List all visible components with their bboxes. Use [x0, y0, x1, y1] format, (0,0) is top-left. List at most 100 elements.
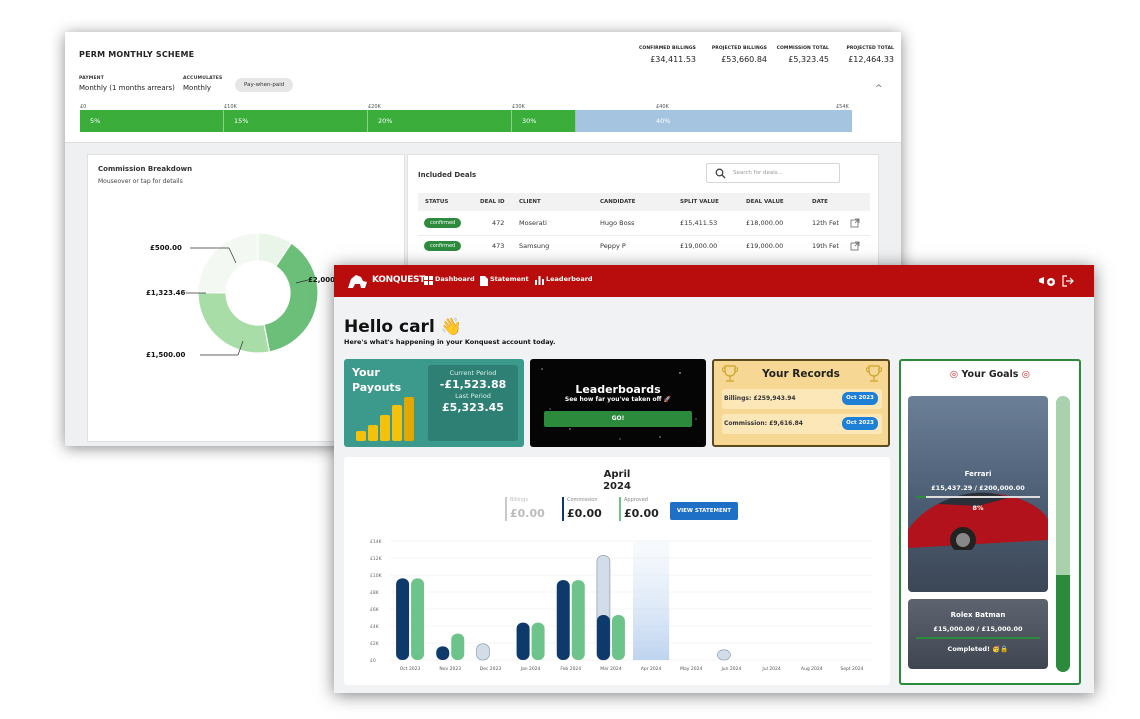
x-tick-label: Nov 2023 [439, 666, 461, 672]
monthly-bar-chart[interactable]: £0 £2K £4K £6K £8K £10K £12K £14K Oct 2023 Nov 20… [344, 457, 890, 685]
x-tick-label: Aug 2024 [801, 666, 823, 672]
total-value: £12,464.33 [848, 55, 894, 64]
column-header[interactable]: DEAL ID [480, 199, 505, 205]
dashboard-icon [424, 276, 433, 285]
deal-candidate: Hugo Boss [600, 219, 635, 227]
x-tick-label: Sept 2024 [840, 666, 863, 672]
goal-progress-fill [916, 496, 926, 498]
deals-title: Included Deals [418, 171, 477, 179]
goals-title-text: Your Goals [961, 369, 1019, 380]
column-header[interactable]: DEAL VALUE [746, 199, 784, 205]
deal-client: Samsung [519, 242, 550, 250]
nav-dashboard[interactable]: Dashboard [435, 275, 475, 283]
greeting-title: Hello carl 👋 [344, 317, 462, 337]
deal-date: 19th Fet [812, 242, 839, 250]
table-row[interactable]: confirmed 472 Moserati Hugo Boss £15,411… [418, 213, 870, 235]
column-header[interactable]: DATE [812, 199, 828, 205]
x-tick-label: Mar 2024 [600, 666, 622, 672]
y-tick-label: £14K [370, 539, 383, 545]
y-tick-label: £10K [370, 573, 383, 579]
deal-date: 12th Fet [812, 219, 839, 227]
notifications-icon[interactable] [1038, 275, 1056, 287]
bar-approved [411, 578, 425, 660]
leaderboards-title: Leaderboards [575, 383, 661, 396]
goals-title: ◎ Your Goals ◎ [901, 369, 1079, 380]
goal-card-rolex[interactable]: Rolex Batman £15,000.00 / £15,000.00 Com… [908, 599, 1048, 669]
accumulates-label: ACCUMULATES [183, 76, 223, 81]
deal-split-value: £15,411.53 [680, 219, 718, 227]
pay-when-paid-badge: Pay-when-paid [235, 78, 294, 92]
deal-value: £18,000.00 [746, 219, 784, 227]
last-period-value: £5,323.45 [442, 401, 504, 414]
total-label: PROJECTED TOTAL [846, 46, 894, 51]
x-tick-label: Feb 2024 [560, 666, 581, 672]
chevron-up-icon[interactable]: ^ [875, 84, 883, 94]
records-card: Your Records Billings: £259,943.94 Oct 2… [712, 359, 890, 447]
starfield-background [541, 368, 697, 440]
bar-approved [571, 580, 585, 660]
goal-amount: £15,000.00 / £15,000.00 [933, 625, 1023, 633]
deals-search[interactable]: Search for deals... [706, 163, 840, 183]
y-tick-label: £12K [370, 556, 383, 562]
external-link-icon[interactable] [850, 218, 860, 228]
greeting-subtitle: Here's what's happening in your Konquest… [344, 338, 556, 346]
scheme-title: PERM MONTHLY SCHEME [79, 50, 195, 59]
overall-goal-progress [1056, 396, 1070, 672]
record-commission-value: £9,616.84 [769, 420, 803, 427]
highlight-band [633, 541, 670, 660]
app-logo[interactable]: KONQUEST [372, 275, 425, 285]
document-icon [480, 276, 488, 286]
tier-band: 5% [80, 110, 224, 132]
status-badge: confirmed [424, 218, 462, 228]
payouts-card[interactable]: Your Payouts Current Period -£1,523.88 L… [344, 359, 524, 447]
bar-approved [611, 614, 625, 660]
nav-statement[interactable]: Statement [490, 275, 529, 283]
bar-approved [451, 633, 465, 660]
tier-band: 20% [368, 110, 512, 132]
statement-chart-card: April 2024 Billings £0.00 Commission £0.… [344, 457, 890, 685]
payouts-title: Your [352, 366, 380, 379]
slice-label: £1,500.00 [146, 351, 186, 359]
bar-billings [717, 649, 731, 661]
table-row[interactable]: confirmed 473 Samsung Peppy P £19,000.00… [418, 235, 870, 257]
column-header[interactable]: SPLIT VALUE [680, 199, 719, 205]
x-tick-label: Jan 2024 [520, 666, 541, 672]
goal-progress-fill [916, 637, 1040, 639]
tier-band: 30% [512, 110, 576, 132]
goal-name: Ferrari [964, 470, 992, 478]
bar-billings [476, 643, 490, 661]
donut-slice [197, 291, 271, 354]
column-header[interactable]: STATUS [425, 199, 448, 205]
record-commission-label: Commission: [724, 420, 768, 427]
target-icon: ◎ [949, 369, 959, 380]
search-input[interactable]: Search for deals... [733, 170, 783, 176]
column-header[interactable]: CANDIDATE [600, 199, 635, 205]
deal-value: £19,000.00 [746, 242, 784, 250]
x-tick-label: Oct 2023 [400, 666, 421, 672]
bar-commission [396, 578, 410, 660]
y-tick-label: £2K [370, 641, 380, 647]
deal-candidate: Peppy P [600, 242, 626, 250]
goal-card-ferrari[interactable]: Ferrari £15,437.29 / £200,000.00 8% [908, 396, 1048, 592]
record-date-badge: Oct 2023 [842, 417, 878, 430]
goals-card: ◎ Your Goals ◎ Ferrari £15,437.29 / £200… [899, 359, 1081, 685]
record-billings-label: Billings: [724, 395, 752, 402]
total-value: £34,411.53 [650, 55, 696, 64]
slice-label: £500.00 [150, 244, 182, 252]
deal-id: 472 [492, 219, 505, 227]
y-tick-label: £6K [370, 607, 380, 613]
record-date-badge: Oct 2023 [842, 392, 878, 405]
slice-label: £1,323.46 [146, 289, 186, 297]
external-link-icon[interactable] [850, 241, 860, 251]
leaderboards-card: Leaderboards See how far you've taken of… [530, 359, 706, 447]
deal-client: Moserati [519, 219, 547, 227]
payment-label: PAYMENT [79, 76, 104, 81]
goal-amount: £15,437.29 / £200,000.00 [931, 484, 1025, 492]
records-title: Your Records [762, 368, 840, 380]
logout-icon[interactable] [1062, 275, 1074, 287]
nav-leaderboard[interactable]: Leaderboard [546, 275, 593, 283]
column-header[interactable]: CLIENT [519, 199, 541, 205]
x-tick-label: Jul 2024 [761, 666, 780, 672]
record-billings-value: £259,943.94 [753, 395, 796, 402]
go-button[interactable]: GO! [544, 411, 692, 427]
